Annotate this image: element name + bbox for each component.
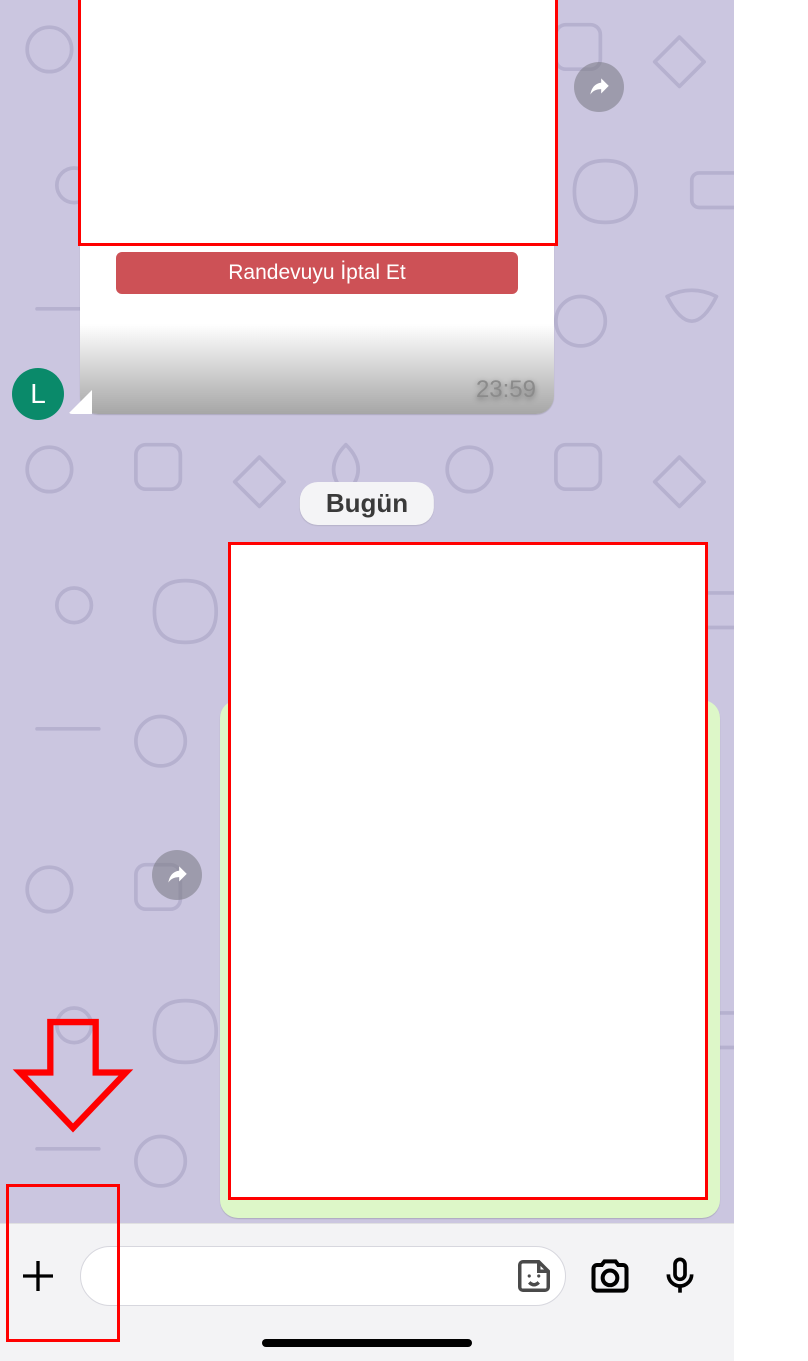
sticker-button[interactable] xyxy=(515,1257,553,1295)
date-separator-text: Bugün xyxy=(326,488,408,518)
date-separator: Bugün xyxy=(300,482,434,525)
bubble-tail xyxy=(68,390,92,414)
forward-button-outgoing[interactable] xyxy=(152,850,202,900)
message-timestamp: 23:59 xyxy=(476,376,536,404)
sticker-icon xyxy=(515,1257,553,1295)
microphone-icon xyxy=(660,1254,700,1298)
home-indicator xyxy=(262,1339,472,1347)
annotation-redbox-top xyxy=(78,0,558,246)
annotation-redframe-plus xyxy=(6,1184,120,1342)
down-arrow-icon xyxy=(10,1012,136,1138)
right-white-margin xyxy=(734,0,808,1361)
cancel-button-label: Randevuyu İptal Et xyxy=(228,261,405,285)
annotation-redbox-bottom xyxy=(228,542,708,1200)
camera-button[interactable] xyxy=(588,1254,636,1302)
whatsapp-chat-screen: Randevuyu İptal Et 23:59 L Bugün xyxy=(0,0,734,1361)
forward-button-incoming[interactable] xyxy=(574,62,624,112)
message-input[interactable] xyxy=(80,1246,566,1306)
camera-icon xyxy=(588,1254,632,1298)
voice-message-button[interactable] xyxy=(660,1254,708,1302)
contact-avatar[interactable]: L xyxy=(12,368,64,420)
forward-icon xyxy=(586,74,612,100)
avatar-initial: L xyxy=(30,378,46,410)
forward-icon xyxy=(164,862,190,888)
annotation-down-arrow xyxy=(10,1012,136,1143)
cancel-appointment-button[interactable]: Randevuyu İptal Et xyxy=(116,252,518,294)
